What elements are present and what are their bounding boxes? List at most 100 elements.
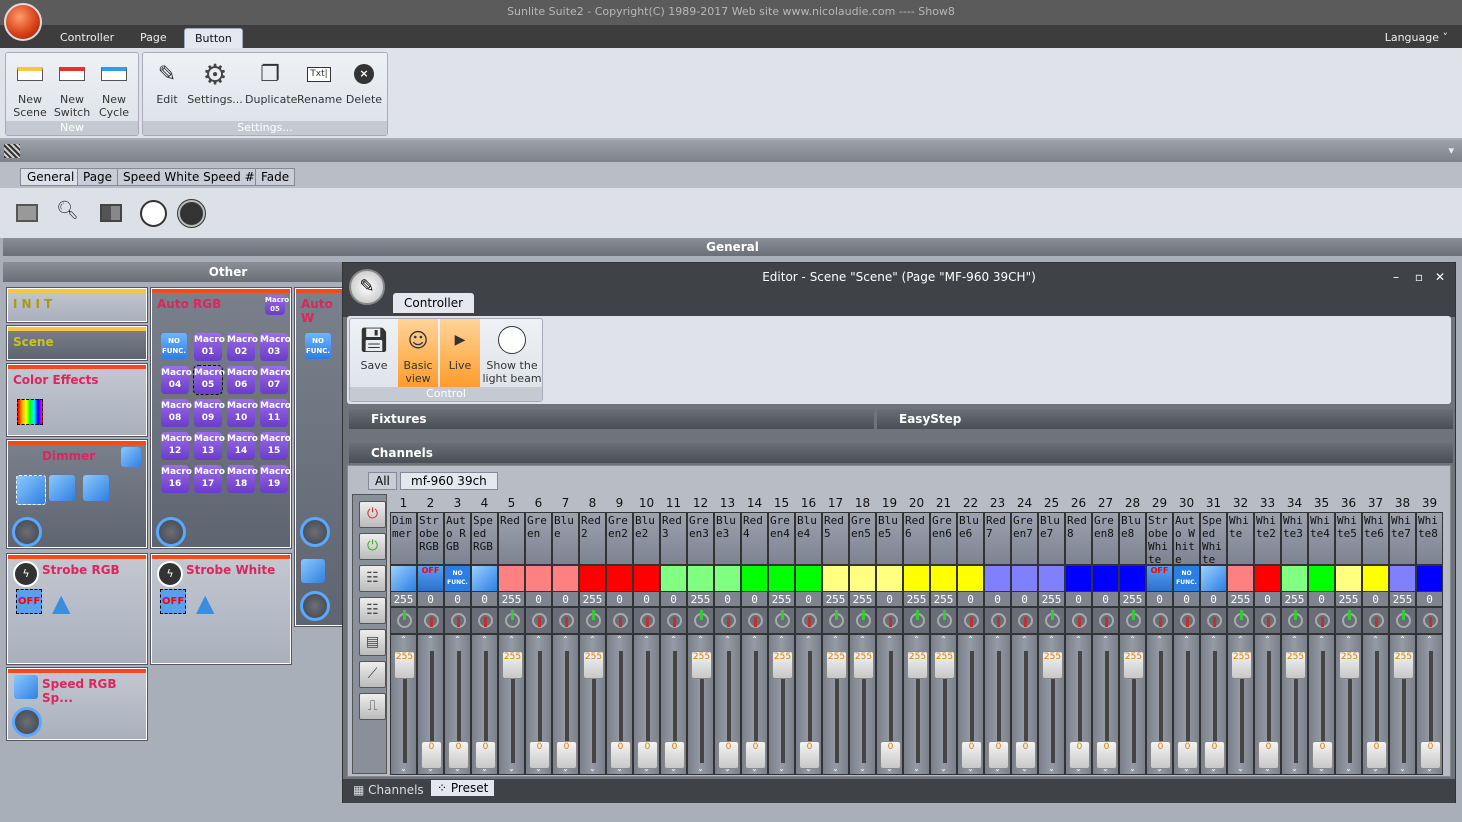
macro-18-button[interactable]: Macro 18 — [227, 465, 258, 493]
channel-fader[interactable]: ⌃ 0 ⌄ — [984, 634, 1011, 775]
beam-off-icon[interactable] — [140, 200, 167, 227]
macro-03-button[interactable]: Macro 03 — [260, 333, 291, 361]
macro-13-button[interactable]: Macro 13 — [194, 432, 225, 460]
fader-down-icon[interactable]: ⌄ — [445, 764, 470, 773]
fader-up-icon[interactable]: ⌃ — [1174, 635, 1199, 645]
channel-fader[interactable]: ⌃ 255 ⌄ — [903, 634, 930, 775]
strobe-off-button[interactable]: OFF — [16, 589, 43, 614]
channel-fader[interactable]: ⌃ 255 ⌄ — [1389, 634, 1416, 775]
power-on-icon[interactable]: ⏻ — [359, 533, 386, 560]
power-toggle[interactable] — [1362, 607, 1389, 634]
channel-fader[interactable]: ⌃ 0 ⌄ — [1308, 634, 1335, 775]
tab-button[interactable]: Button — [184, 28, 243, 48]
fader-up-icon[interactable]: ⌃ — [418, 635, 443, 645]
fader-down-icon[interactable]: ⌄ — [661, 764, 686, 773]
minimize-button[interactable]: – — [1393, 263, 1399, 291]
power-toggle[interactable] — [471, 607, 498, 634]
fader-up-icon[interactable]: ⌃ — [1390, 635, 1415, 645]
fader-up-icon[interactable]: ⌃ — [391, 635, 416, 645]
fader-handle[interactable]: 255 — [1339, 651, 1360, 679]
dimmer-2-button[interactable] — [83, 475, 109, 501]
beam-icon[interactable] — [121, 447, 141, 467]
fader-down-icon[interactable]: ⌄ — [931, 764, 956, 773]
fader-up-icon[interactable]: ⌃ — [1039, 635, 1064, 645]
chevron-down-icon[interactable]: ▾ — [1448, 144, 1454, 157]
fader-down-icon[interactable]: ⌄ — [526, 764, 551, 773]
fader-down-icon[interactable]: ⌄ — [391, 764, 416, 773]
fader-up-icon[interactable]: ⌃ — [850, 635, 875, 645]
power-toggle[interactable] — [606, 607, 633, 634]
power-toggle[interactable] — [1389, 607, 1416, 634]
tab-page-2[interactable]: Page — [77, 168, 119, 186]
settings-button[interactable]: ⚙ Settings... — [187, 59, 243, 106]
tab-all[interactable]: All — [368, 472, 397, 490]
channel-color-swatch[interactable] — [687, 565, 714, 592]
search-icon[interactable]: 🔍︎ — [56, 200, 79, 221]
channel-fader[interactable]: ⌃ 0 ⌄ — [525, 634, 552, 775]
channel-fader[interactable]: ⌃ 0 ⌄ — [1173, 634, 1200, 775]
speed-white-knob[interactable] — [300, 591, 330, 621]
channel-fader[interactable]: ⌃ 0 ⌄ — [660, 634, 687, 775]
power-toggle[interactable] — [1092, 607, 1119, 634]
editor-menu-button[interactable]: ✎ — [349, 269, 385, 305]
new-switch-button[interactable]: New Switch — [52, 59, 92, 119]
power-toggle[interactable] — [1416, 607, 1443, 634]
channel-color-swatch[interactable] — [876, 565, 903, 592]
power-toggle[interactable] — [1281, 607, 1308, 634]
fader-down-icon[interactable]: ⌄ — [1309, 764, 1334, 773]
channel-color-swatch[interactable] — [984, 565, 1011, 592]
fader-down-icon[interactable]: ⌄ — [1147, 764, 1172, 773]
easystep-bar[interactable]: EasyStep — [877, 409, 1453, 429]
channel-fader[interactable]: ⌃ 255 ⌄ — [390, 634, 417, 775]
fader-up-icon[interactable]: ⌃ — [1255, 635, 1280, 645]
power-toggle[interactable] — [660, 607, 687, 634]
power-toggle[interactable] — [768, 607, 795, 634]
tab-controller[interactable]: Controller — [50, 28, 124, 48]
fader-down-icon[interactable]: ⌄ — [1390, 764, 1415, 773]
fader-up-icon[interactable]: ⌃ — [634, 635, 659, 645]
language-menu[interactable]: Language ˅ — [1375, 28, 1458, 48]
no-func-icon[interactable]: NO FUNC. — [444, 565, 471, 592]
power-toggle[interactable] — [876, 607, 903, 634]
tab-mf-960[interactable]: mf-960 39ch — [400, 472, 498, 490]
fader-handle[interactable]: 255 — [502, 651, 523, 679]
fader-handle[interactable]: 255 — [772, 651, 793, 679]
fader-down-icon[interactable]: ⌄ — [499, 764, 524, 773]
channel-fader[interactable]: ⌃ 255 ⌄ — [1119, 634, 1146, 775]
macro-04-button[interactable]: Macro 04 — [161, 366, 192, 394]
fader-down-icon[interactable]: ⌄ — [958, 764, 983, 773]
channel-color-swatch[interactable] — [1065, 565, 1092, 592]
editor-tab-controller[interactable]: Controller — [393, 293, 475, 313]
channel-color-swatch[interactable] — [795, 565, 822, 592]
strobe-off-icon[interactable]: OFF — [1146, 565, 1173, 592]
fader-up-icon[interactable]: ⌃ — [553, 635, 578, 645]
macro-14-button[interactable]: Macro 14 — [227, 432, 258, 460]
fader-up-icon[interactable]: ⌃ — [661, 635, 686, 645]
beam-icon[interactable] — [390, 565, 417, 592]
edit-button[interactable]: ✎ Edit — [149, 59, 185, 106]
channel-color-swatch[interactable] — [1092, 565, 1119, 592]
fader-grid-icon[interactable]: ▤ — [359, 629, 386, 656]
faders-color-icon[interactable]: ☷ — [359, 597, 386, 624]
fader-up-icon[interactable]: ⌃ — [607, 635, 632, 645]
channel-color-swatch[interactable] — [525, 565, 552, 592]
fader-down-icon[interactable]: ⌄ — [580, 764, 605, 773]
power-toggle[interactable] — [633, 607, 660, 634]
channel-color-swatch[interactable] — [1119, 565, 1146, 592]
fader-up-icon[interactable]: ⌃ — [445, 635, 470, 645]
fader-down-icon[interactable]: ⌄ — [1228, 764, 1253, 773]
fader-down-icon[interactable]: ⌄ — [823, 764, 848, 773]
macro-01-button[interactable]: Macro 01 — [194, 333, 225, 361]
fader-down-icon[interactable]: ⌄ — [850, 764, 875, 773]
fader-up-icon[interactable]: ⌃ — [715, 635, 740, 645]
scene-button[interactable]: Scene — [6, 325, 148, 361]
macro-05-top[interactable]: Macro 05 — [265, 295, 289, 315]
macro-16-button[interactable]: Macro 16 — [161, 465, 192, 493]
tab-page[interactable]: Page — [130, 28, 177, 48]
fader-down-icon[interactable]: ⌄ — [1012, 764, 1037, 773]
fader-down-icon[interactable]: ⌄ — [1336, 764, 1361, 773]
fixtures-bar[interactable]: Fixtures — [349, 409, 874, 429]
channel-fader[interactable]: ⌃ 255 ⌄ — [579, 634, 606, 775]
channel-fader[interactable]: ⌃ 0 ⌄ — [1146, 634, 1173, 775]
fader-up-icon[interactable]: ⌃ — [580, 635, 605, 645]
